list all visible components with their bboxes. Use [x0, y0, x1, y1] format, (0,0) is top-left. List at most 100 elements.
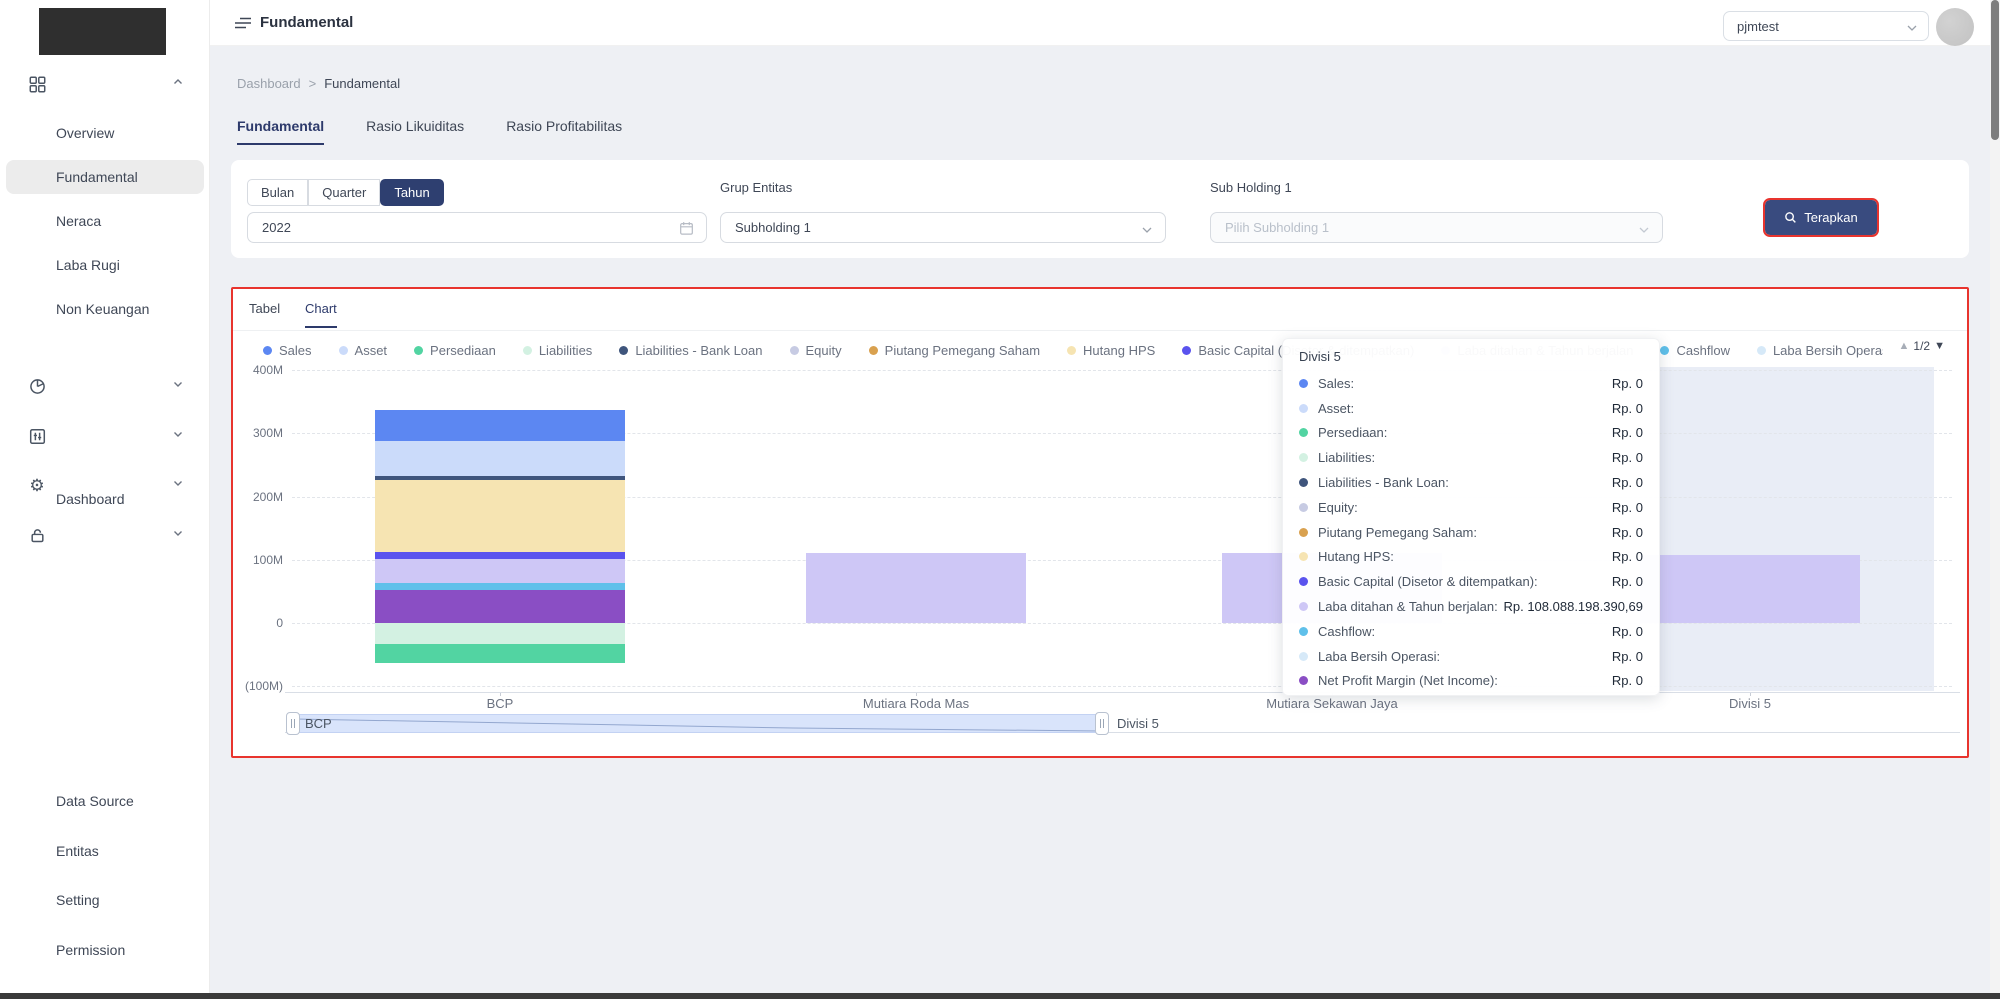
- chevron-down-icon: [172, 427, 184, 445]
- legend-label: Asset: [355, 343, 388, 358]
- legend-label: Cashflow: [1676, 343, 1729, 358]
- tab-fundamental[interactable]: Fundamental: [237, 118, 324, 145]
- legend-label: Piutang Pemegang Saham: [885, 343, 1040, 358]
- legend-page-down-icon[interactable]: ▼: [1934, 340, 1945, 352]
- legend-item-asset[interactable]: Asset: [339, 343, 388, 358]
- legend-pagination: ▲ 1/2 ▼: [1899, 339, 1945, 353]
- bar-segment-bcp-basic-capital-disetor-ditempatkan[interactable]: [375, 552, 625, 559]
- tab-rasio-likuiditas[interactable]: Rasio Likuiditas: [366, 118, 464, 145]
- period-toggle: Bulan Quarter Tahun: [247, 179, 444, 206]
- hovered-category-band: [1654, 367, 1934, 691]
- legend-dot-icon: [1067, 346, 1076, 355]
- legend-page-up-icon[interactable]: ▲: [1899, 340, 1910, 352]
- vertical-scrollbar[interactable]: [1990, 0, 2000, 999]
- tooltip-title: Divisi 5: [1299, 349, 1643, 364]
- vertical-scrollbar-thumb[interactable]: [1991, 0, 1999, 140]
- bar-segment-bcp-sales[interactable]: [375, 410, 625, 441]
- legend-item-liabilities[interactable]: Liabilities: [523, 343, 592, 358]
- y-axis-tick-label: 100M: [233, 553, 283, 567]
- grup-entitas-select[interactable]: Subholding 1: [720, 212, 1166, 243]
- avatar[interactable]: [1936, 8, 1974, 46]
- sub-holding-placeholder: Pilih Subholding 1: [1225, 220, 1329, 235]
- tooltip-series-dot-icon: [1299, 652, 1308, 661]
- bar-segment-bcp-hutang-hps[interactable]: [375, 480, 625, 553]
- tooltip-row-label: Sales:: [1318, 376, 1354, 391]
- sidebar-item-permission[interactable]: Permission: [0, 515, 210, 555]
- legend-item-persediaan[interactable]: Persediaan: [414, 343, 496, 358]
- tooltip-row-equity: Equity:Rp. 0: [1299, 495, 1643, 520]
- breadcrumb: Dashboard > Fundamental: [237, 76, 400, 91]
- sidebar: Dashboard Overview Fundamental Neraca Laba …: [0, 0, 210, 999]
- category-label-divisi-5: Divisi 5: [1630, 696, 1870, 711]
- bar-segment-bcp-persediaan[interactable]: [375, 644, 625, 664]
- legend-item-liabilities-bank-loan[interactable]: Liabilities - Bank Loan: [619, 343, 762, 358]
- y-axis-tick-label: (100M): [233, 679, 283, 693]
- legend-dot-icon: [523, 346, 532, 355]
- calendar-icon: [679, 221, 694, 241]
- tooltip-row-value: Rp. 0: [1612, 401, 1643, 416]
- legend-item-piutang-pemegang-saham[interactable]: Piutang Pemegang Saham: [869, 343, 1040, 358]
- bar-segment-bcp-net-profit-margin-net-income[interactable]: [375, 590, 625, 623]
- bar-segment-mutiara-roda-mas-laba-ditahan-tahun-berjalan[interactable]: [806, 553, 1026, 623]
- apply-button-label: Terapkan: [1804, 210, 1857, 225]
- app-logo: [39, 8, 166, 55]
- legend-item-laba-bersih-operasi[interactable]: Laba Bersih Operasi: [1757, 343, 1883, 358]
- bar-segment-bcp-liabilities[interactable]: [375, 623, 625, 644]
- legend-item-cashflow[interactable]: Cashflow: [1660, 343, 1729, 358]
- legend-item-equity[interactable]: Equity: [790, 343, 842, 358]
- entity-panel-icon: [28, 427, 46, 445]
- tooltip-row-value: Rp. 0: [1612, 649, 1643, 664]
- sidebar-subitem-neraca[interactable]: Neraca: [6, 204, 204, 238]
- tooltip-series-dot-icon: [1299, 478, 1308, 487]
- tooltip-row-value: Rp. 0: [1612, 376, 1643, 391]
- sidebar-item-data-source[interactable]: Data Source: [0, 366, 210, 406]
- apply-button[interactable]: Terapkan: [1765, 200, 1877, 235]
- legend-label: Liabilities: [539, 343, 592, 358]
- bar-segment-bcp-asset[interactable]: [375, 441, 625, 476]
- tooltip-row-persediaan: Persediaan: Rp. 0: [1299, 421, 1643, 446]
- tab-rasio-profitabilitas[interactable]: Rasio Profitabilitas: [506, 118, 622, 145]
- legend-item-sales[interactable]: Sales: [263, 343, 312, 358]
- collapse-menu-icon[interactable]: [234, 14, 252, 32]
- tooltip-series-dot-icon: [1299, 676, 1308, 685]
- tooltip-series-dot-icon: [1299, 428, 1308, 437]
- sidebar-subitem-laba-rugi[interactable]: Laba Rugi: [6, 248, 204, 282]
- bar-segment-bcp-cashflow[interactable]: [375, 583, 625, 590]
- navigator-selected-range[interactable]: [293, 714, 1102, 733]
- navigator-left-handle[interactable]: [286, 712, 300, 735]
- bar-segment-bcp-laba-ditahan-tahun-berjalan[interactable]: [375, 559, 625, 583]
- tooltip-row-value: Rp. 108.088.198.390,69: [1503, 599, 1643, 614]
- sidebar-subitem-label: Overview: [56, 125, 114, 141]
- year-input[interactable]: 2022: [247, 212, 707, 243]
- tooltip-row-value: Rp. 0: [1612, 624, 1643, 639]
- tooltip-row-value: Rp. 0: [1612, 450, 1643, 465]
- bar-segment-divisi-5-laba-ditahan-tahun-berjalan[interactable]: [1640, 555, 1860, 623]
- period-option-quarter[interactable]: Quarter: [308, 179, 380, 206]
- sidebar-item-entitas[interactable]: Entitas: [0, 416, 210, 456]
- tooltip-series-dot-icon: [1299, 528, 1308, 537]
- panel-tabs: Tabel Chart: [233, 295, 1967, 331]
- tooltip-row-value: Rp. 0: [1612, 425, 1643, 440]
- period-option-tahun[interactable]: Tahun: [380, 179, 443, 206]
- tooltip-series-dot-icon: [1299, 577, 1308, 586]
- sub-holding-select[interactable]: Pilih Subholding 1: [1210, 212, 1663, 243]
- tooltip-row-label: Cashflow:: [1318, 624, 1375, 639]
- tooltip-row-laba-ditahan-tahun-berjalan: Laba ditahan & Tahun berjalan:Rp. 108.08…: [1299, 594, 1643, 619]
- sidebar-subitem-non-keuangan[interactable]: Non Keuangan: [6, 292, 204, 326]
- tooltip-row-value: Rp. 0: [1612, 475, 1643, 490]
- tab-tabel[interactable]: Tabel: [249, 301, 280, 326]
- user-dropdown[interactable]: pjmtest: [1723, 11, 1929, 41]
- period-option-bulan[interactable]: Bulan: [247, 179, 308, 206]
- sidebar-item-label: Permission: [56, 942, 125, 958]
- sidebar-subitem-fundamental[interactable]: Fundamental: [6, 160, 204, 194]
- navigator-right-handle[interactable]: [1095, 712, 1109, 735]
- sidebar-item-label: Entitas: [56, 843, 99, 859]
- sidebar-subitem-overview[interactable]: Overview: [6, 116, 204, 150]
- sidebar-item-dashboard[interactable]: Dashboard: [0, 64, 210, 104]
- tooltip-row-label: Liabilities:: [1318, 450, 1375, 465]
- breadcrumb-dashboard[interactable]: Dashboard: [237, 76, 301, 91]
- horizontal-scrollbar[interactable]: [0, 993, 2000, 999]
- tab-chart[interactable]: Chart: [305, 301, 337, 328]
- legend-item-hutang-hps[interactable]: Hutang HPS: [1067, 343, 1155, 358]
- tooltip-row-label: Persediaan:: [1318, 425, 1387, 440]
